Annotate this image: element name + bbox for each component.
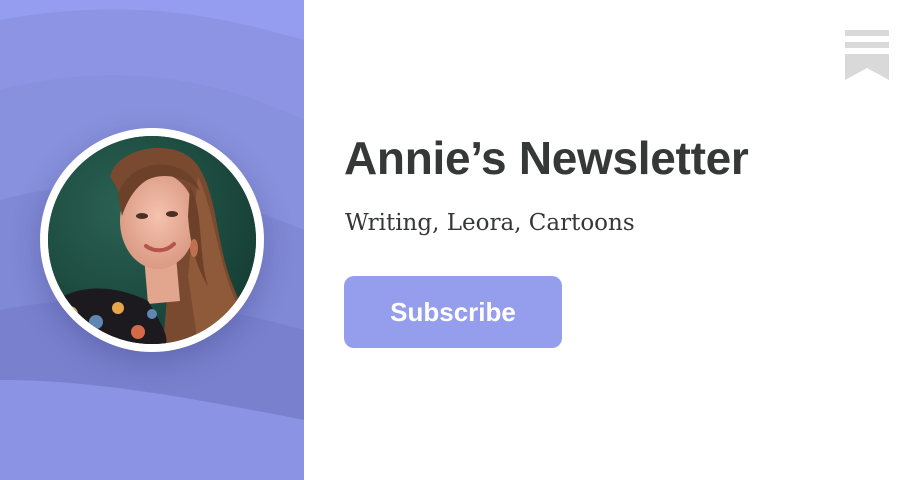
substack-logo-icon[interactable] [845, 30, 889, 80]
newsletter-card: Annie’s Newsletter Writing, Leora, Carto… [0, 0, 920, 480]
avatar-frame [40, 128, 264, 352]
decorative-wave-panel [0, 0, 304, 480]
newsletter-title: Annie’s Newsletter [344, 132, 749, 184]
author-avatar [48, 136, 256, 344]
newsletter-tagline: Writing, Leora, Cartoons [345, 210, 635, 236]
author-portrait-photo [48, 136, 256, 344]
subscribe-button[interactable]: Subscribe [344, 276, 562, 348]
